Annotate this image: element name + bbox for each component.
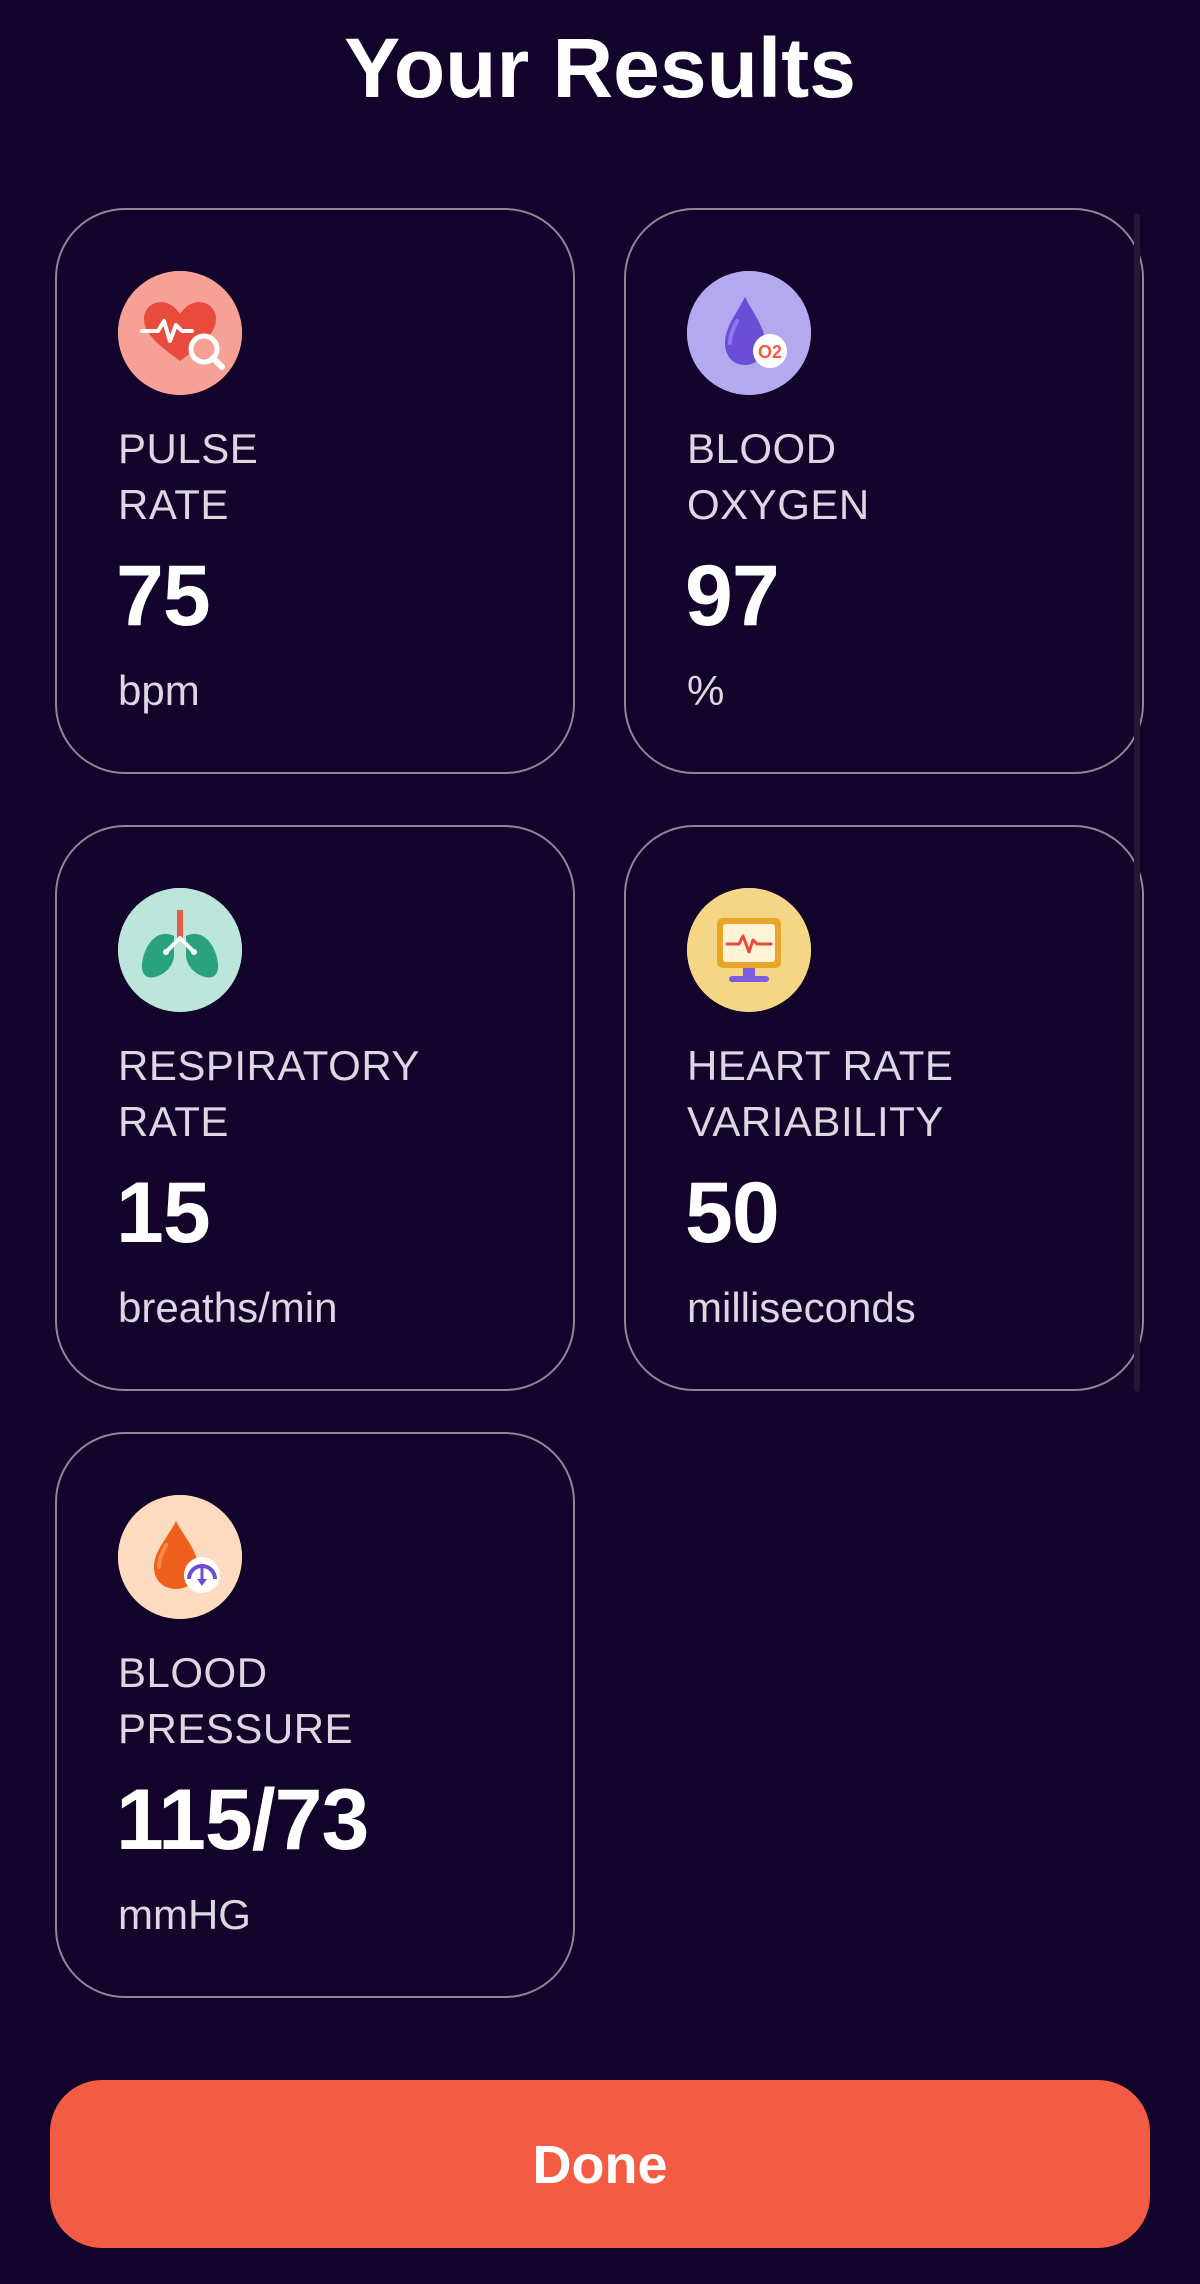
blood-oxygen-unit: % (687, 667, 725, 714)
respiratory-rate-card[interactable]: RESPIRATORY RATE 15 breaths/min (55, 825, 575, 1391)
heart-monitor-icon (687, 888, 811, 1012)
heart-pulse-icon (118, 271, 242, 395)
page-title: Your Results (344, 21, 856, 115)
pulse-rate-unit: bpm (118, 667, 200, 714)
blood-oxygen-card[interactable]: O2 BLOOD OXYGEN 97 % (624, 208, 1144, 774)
heart-rate-variability-value: 50 (685, 1165, 780, 1261)
results-screen: Your Results PULSE RATE 75 bpm O2 BLOOD … (0, 0, 1200, 2284)
respiratory-rate-value: 15 (116, 1165, 211, 1261)
blood-pressure-label: BLOOD PRESSURE (118, 1649, 354, 1752)
blood-oxygen-drop-icon: O2 (687, 271, 811, 395)
blood-pressure-value: 115/73 (116, 1772, 369, 1868)
blood-pressure-unit: mmHG (118, 1891, 251, 1938)
respiratory-rate-label: RESPIRATORY RATE (118, 1042, 420, 1145)
heart-rate-variability-label: HEART RATE VARIABILITY (687, 1042, 954, 1145)
blood-oxygen-label: BLOOD OXYGEN (687, 425, 870, 528)
blood-pressure-card[interactable]: BLOOD PRESSURE 115/73 mmHG (55, 1432, 575, 1998)
done-button[interactable]: Done (50, 2080, 1150, 2248)
svg-text:O2: O2 (758, 342, 782, 362)
lungs-icon (118, 888, 242, 1012)
scrollbar[interactable] (1134, 214, 1140, 1392)
pulse-rate-label: PULSE RATE (118, 425, 259, 528)
respiratory-rate-unit: breaths/min (118, 1284, 338, 1331)
heart-rate-variability-card[interactable]: HEART RATE VARIABILITY 50 milliseconds (624, 825, 1144, 1391)
pulse-rate-card[interactable]: PULSE RATE 75 bpm (55, 208, 575, 774)
blood-pressure-drop-icon (118, 1495, 242, 1619)
pulse-rate-value: 75 (116, 548, 211, 644)
heart-rate-variability-unit: milliseconds (687, 1284, 916, 1331)
blood-oxygen-value: 97 (685, 548, 780, 644)
